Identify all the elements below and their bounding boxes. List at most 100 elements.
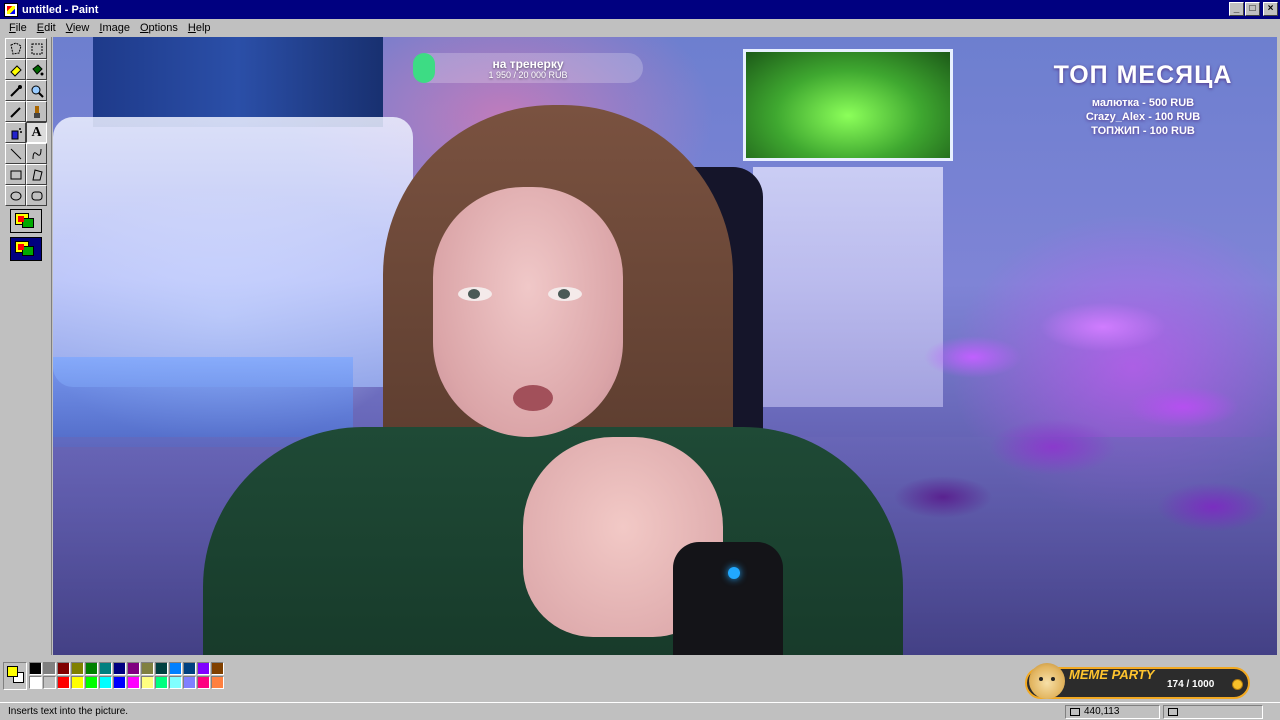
color-swatch[interactable] [57,676,70,689]
selection-size-icon [1168,707,1178,716]
tools-grid: A [5,38,47,206]
select-tool[interactable] [26,38,47,59]
left-eye [458,287,492,301]
foreground-color [7,666,18,677]
toolbox: A [0,37,52,655]
eraser-icon [9,64,22,77]
cursor-coordinates: 440,113 [1065,704,1160,719]
goal-amount: 1 950 / 20 000 RUB [488,70,568,80]
brush-tool[interactable] [26,101,47,122]
paint-app-icon[interactable] [4,2,18,17]
color-swatch[interactable] [113,676,126,689]
menu-bar: File Edit View Image Options Help [0,19,1280,37]
color-swatch[interactable] [183,662,196,675]
selection-size [1163,704,1263,719]
transparent-option-icon [15,241,37,257]
doge-icon [1029,663,1065,699]
menu-edit[interactable]: Edit [32,22,61,34]
color-swatch[interactable] [197,676,210,689]
rectangle-tool[interactable] [5,164,26,185]
color-swatch[interactable] [127,662,140,675]
wall-poster [93,37,383,127]
menu-options[interactable]: Options [135,22,183,34]
pencil-icon [9,106,21,118]
drawing-canvas[interactable]: на тренерку 1 950 / 20 000 RUB ТОП МЕСЯЦ… [53,37,1277,655]
curve-icon [32,148,41,159]
right-eye [548,287,582,301]
ellipse-icon [10,191,21,200]
color-swatch[interactable] [99,662,112,675]
text-tool[interactable]: A [26,122,47,143]
color-swatch[interactable] [99,676,112,689]
color-swatch[interactable] [211,676,224,689]
coin-icon [1232,679,1243,690]
fill-tool[interactable] [26,59,47,80]
menu-help[interactable]: Help [183,22,216,34]
color-swatch[interactable] [29,662,42,675]
line-tool[interactable] [5,143,26,164]
airbrush-tool[interactable] [5,122,26,143]
menu-view[interactable]: View [61,22,95,34]
color-swatch[interactable] [43,662,56,675]
color-swatch[interactable] [127,676,140,689]
opaque-background-option[interactable] [10,209,42,233]
top-donator-item: ТОПЖИП - 100 RUB [1091,125,1195,137]
status-bar: Inserts text into the picture. 440,113 [0,702,1280,720]
pencil-tool[interactable] [5,101,26,122]
curve-tool[interactable] [26,143,47,164]
status-text: Inserts text into the picture. [8,706,129,717]
houseplant [853,237,1277,617]
color-swatch[interactable] [43,676,56,689]
goal-title: на тренерку [492,57,564,71]
color-swatch[interactable] [141,676,154,689]
eraser-tool[interactable] [5,59,26,80]
ellipse-tool[interactable] [5,185,26,206]
color-swatch[interactable] [183,676,196,689]
opaque-option-icon [15,213,37,229]
color-swatches [29,662,224,689]
aquarium [743,49,953,161]
meme-party-label: MEME PARTY [1069,667,1155,682]
close-button[interactable]: × [1263,2,1278,16]
magnifier-tool[interactable] [26,80,47,101]
meme-party-widget: MEME PARTY 174 / 1000 [1025,663,1250,699]
rounded-rectangle-tool[interactable] [26,185,47,206]
transparent-background-option[interactable] [10,237,42,261]
color-swatch[interactable] [85,662,98,675]
color-swatch[interactable] [113,662,126,675]
tool-options [10,209,44,265]
window-controls: _ □ × [1228,2,1278,16]
eyedropper-icon [9,84,22,97]
color-swatch[interactable] [85,676,98,689]
title-bar: untitled - Paint _ □ × [0,0,1280,19]
color-swatch[interactable] [71,676,84,689]
sofa [53,117,413,387]
polygon-icon [31,168,43,180]
color-swatch[interactable] [57,662,70,675]
polygon-tool[interactable] [26,164,47,185]
top-donator-item: Crazy_Alex - 100 RUB [1085,111,1201,123]
pick-color-tool[interactable] [5,80,26,101]
maximize-button[interactable]: □ [1245,2,1260,16]
menu-image[interactable]: Image [94,22,135,34]
free-select-icon [9,41,22,55]
color-swatch[interactable] [155,676,168,689]
microphone [673,542,783,655]
current-colors[interactable] [3,662,27,690]
color-swatch[interactable] [169,662,182,675]
color-swatch[interactable] [29,676,42,689]
minimize-button[interactable]: _ [1229,2,1244,16]
color-swatch[interactable] [155,662,168,675]
free-select-tool[interactable] [5,38,26,59]
sofa-base [53,357,353,447]
menu-file[interactable]: File [4,22,32,34]
top-donators-title: ТОП МЕСЯЦА [1053,61,1233,89]
mouth [513,385,553,411]
color-swatch[interactable] [71,662,84,675]
color-swatch[interactable] [197,662,210,675]
color-palette-bar: MEME PARTY 174 / 1000 [0,655,1280,702]
color-swatch[interactable] [211,662,224,675]
color-swatch[interactable] [141,662,154,675]
magnifier-icon [31,85,44,98]
color-swatch[interactable] [169,676,182,689]
